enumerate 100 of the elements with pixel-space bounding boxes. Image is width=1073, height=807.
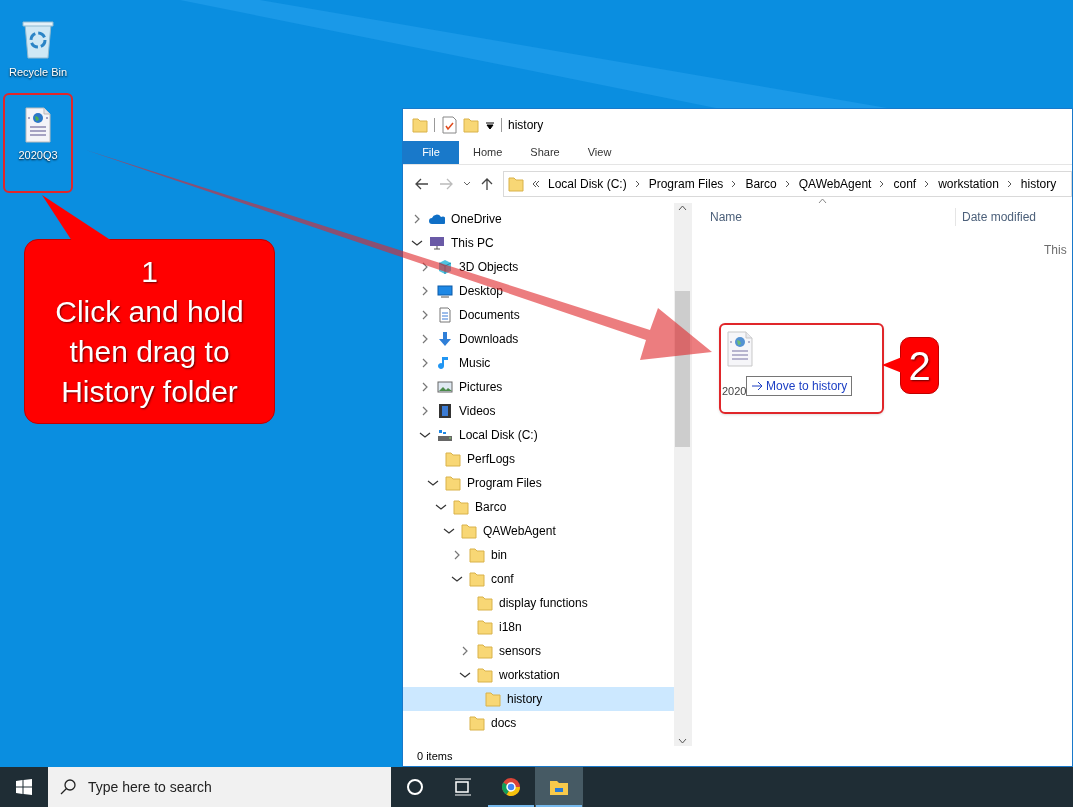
dropdown-icon[interactable] — [485, 120, 495, 130]
drive-icon — [437, 427, 453, 443]
window-title: history — [508, 117, 544, 134]
tree-label: Videos — [459, 403, 496, 420]
chevron-icon — [1006, 180, 1013, 188]
tree-label: Downloads — [459, 331, 519, 348]
tree-label: bin — [491, 547, 507, 564]
folder-icon — [461, 523, 477, 539]
tree-label: Pictures — [459, 379, 503, 396]
expand-chevron-icon[interactable] — [460, 645, 470, 657]
tree-item[interactable]: docs — [403, 711, 674, 735]
desktop-icon — [437, 283, 453, 299]
tree-item[interactable]: QAWebAgent — [403, 519, 674, 543]
chevron-icon — [879, 180, 886, 188]
monitor-icon — [429, 235, 445, 251]
tree-item[interactable]: Music — [403, 351, 674, 375]
cube-icon — [437, 259, 453, 275]
document-icon — [437, 307, 453, 323]
tree-item[interactable]: Videos — [403, 399, 674, 423]
chevron-icon — [784, 180, 791, 188]
ribbon-tab[interactable]: Share — [516, 141, 574, 164]
ribbon-tab[interactable]: Home — [459, 141, 517, 164]
recent-locations-icon[interactable] — [463, 181, 471, 187]
tree-item[interactable]: This PC — [403, 231, 674, 255]
sort-ascending-icon — [818, 198, 827, 204]
expand-chevron-icon[interactable] — [420, 381, 430, 393]
expand-chevron-icon[interactable] — [420, 261, 430, 273]
icon-label: 2020Q3 — [18, 148, 58, 163]
tree-item[interactable]: workstation — [403, 663, 674, 687]
icon-label: Recycle Bin — [8, 65, 68, 80]
expand-chevron-icon[interactable] — [412, 213, 422, 225]
breadcrumb-item[interactable]: Local Disk (C:) — [548, 175, 627, 193]
expand-chevron-icon[interactable] — [420, 309, 430, 321]
scrollbar[interactable] — [674, 203, 691, 746]
recycle-bin-icon — [21, 18, 55, 60]
tree-item[interactable]: history — [403, 687, 674, 711]
file-explorer-button[interactable] — [535, 767, 583, 807]
folder-icon — [477, 619, 493, 635]
web-file-icon — [726, 331, 754, 367]
expand-chevron-icon[interactable] — [420, 333, 430, 345]
chevron-icon — [634, 180, 641, 188]
tree-item[interactable]: Desktop — [403, 279, 674, 303]
folder-icon — [469, 547, 485, 563]
tree-label: i18n — [499, 619, 522, 636]
column-header[interactable]: Name — [692, 208, 955, 226]
download-icon — [437, 331, 453, 347]
breadcrumb-item[interactable]: QAWebAgent — [798, 175, 872, 193]
scroll-up-icon[interactable] — [678, 205, 687, 211]
tree-item[interactable]: PerfLogs — [403, 447, 674, 471]
dragged-file-label: 2020 — [722, 384, 747, 399]
tree-label: Music — [459, 355, 491, 372]
column-header[interactable]: Date modified — [955, 208, 1072, 226]
expand-chevron-icon[interactable] — [452, 549, 462, 561]
scroll-down-icon[interactable] — [678, 738, 687, 744]
address-bar[interactable]: Local Disk (C:) Program Files Barco QAWebAgent conf workstation history — [503, 171, 1072, 197]
breadcrumb-item[interactable]: workstation — [938, 175, 999, 193]
breadcrumb-item[interactable]: history — [1020, 175, 1057, 193]
tree-label: workstation — [499, 667, 560, 684]
breadcrumb-item[interactable]: Program Files — [648, 175, 724, 193]
callout-number: 1 — [141, 253, 158, 290]
tree-item[interactable]: bin — [403, 543, 674, 567]
tree-item[interactable]: display functions — [403, 591, 674, 615]
tree-label: Barco — [475, 499, 507, 516]
tree-item[interactable]: sensors — [403, 639, 674, 663]
folder-icon — [477, 595, 493, 611]
search-field[interactable]: Type here to search — [48, 767, 391, 807]
overflow-chevron-icon[interactable] — [532, 180, 540, 188]
desktop-icon[interactable]: 2020Q3 — [3, 93, 73, 193]
tree-item[interactable]: Pictures — [403, 375, 674, 399]
properties-icon[interactable] — [441, 116, 457, 134]
breadcrumb-item[interactable]: conf — [893, 175, 917, 193]
tree-item[interactable]: i18n — [403, 615, 674, 639]
tree-item[interactable]: conf — [403, 567, 674, 591]
search-icon — [60, 779, 76, 795]
back-arrow-icon[interactable] — [415, 178, 429, 190]
expand-chevron-icon[interactable] — [420, 357, 430, 369]
tree-label: Program Files — [467, 475, 542, 492]
tree-item[interactable]: Program Files — [403, 471, 674, 495]
chevron-icon — [731, 180, 738, 188]
expand-chevron-icon[interactable] — [420, 405, 430, 417]
tree-item[interactable]: Local Disk (C:) — [403, 423, 674, 447]
tree-item[interactable]: Documents — [403, 303, 674, 327]
status-text: 0 items — [417, 748, 453, 764]
tree-item[interactable]: OneDrive — [403, 207, 674, 231]
tree-label: Local Disk (C:) — [459, 427, 538, 444]
callout-text: Click and hold then drag to History folder — [55, 293, 244, 410]
file-menu-button[interactable]: File — [403, 141, 459, 164]
folder-icon — [453, 499, 469, 515]
task-view-icon — [453, 777, 473, 797]
up-arrow-icon[interactable] — [481, 177, 493, 191]
tree-item[interactable]: Downloads — [403, 327, 674, 351]
breadcrumb-item[interactable]: Barco — [745, 175, 777, 193]
tree-item[interactable]: 3D Objects — [403, 255, 674, 279]
tree-label: PerfLogs — [467, 451, 516, 468]
expand-chevron-icon[interactable] — [420, 285, 430, 297]
tree-item[interactable]: Barco — [403, 495, 674, 519]
ribbon-tab[interactable]: View — [573, 141, 626, 164]
folder-icon — [477, 667, 493, 683]
tree-label: Desktop — [459, 283, 504, 300]
scrollbar-thumb[interactable] — [675, 291, 690, 447]
